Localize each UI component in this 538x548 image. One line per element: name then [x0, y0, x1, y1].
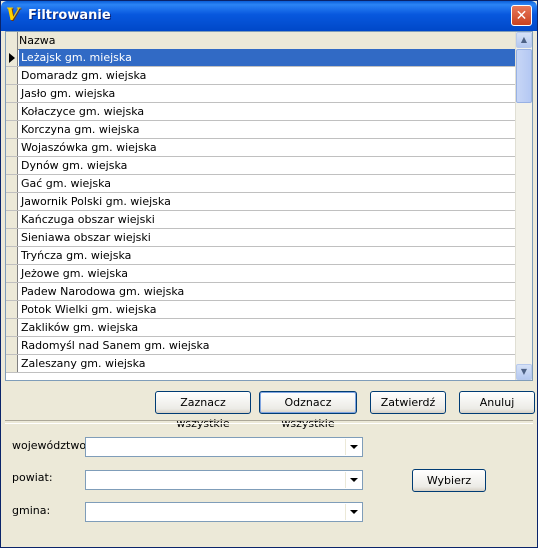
table-row[interactable]: Domaradz gm. wiejska — [6, 67, 516, 85]
title-bar[interactable]: V Filtrowanie ✕ — [1, 1, 537, 31]
filter-dialog: V Filtrowanie ✕ Nazwa Leżajsk gm. miejsk… — [0, 0, 538, 548]
confirm-button[interactable]: Zatwierdź — [370, 391, 446, 414]
row-cell-nazwa[interactable]: Domaradz gm. wiejska — [19, 67, 516, 84]
deselect-all-button[interactable]: Odznacz wszystkie — [259, 391, 357, 430]
table-row[interactable]: Wojaszówka gm. wiejska — [6, 139, 516, 157]
close-button[interactable]: ✕ — [511, 5, 532, 26]
vertical-scrollbar[interactable]: ▲ ▼ — [515, 32, 532, 380]
row-indicator — [6, 355, 18, 372]
row-cell-nazwa[interactable]: Tryńcza gm. wiejska — [19, 247, 516, 264]
grid-button-bar: Zaznacz wszystkie Odznacz wszystkie Zatw… — [5, 383, 535, 430]
table-row[interactable]: Gać gm. wiejska — [6, 175, 516, 193]
table-row[interactable]: Jawornik Polski gm. wiejska — [6, 193, 516, 211]
row-cell-nazwa[interactable]: Jawornik Polski gm. wiejska — [19, 193, 516, 210]
table-row[interactable]: Zaklików gm. wiejska — [6, 319, 516, 337]
county-label: powiat: — [12, 471, 53, 484]
row-cell-nazwa[interactable]: Jasło gm. wiejska — [19, 85, 516, 102]
select-all-button[interactable]: Zaznacz wszystkie — [155, 391, 251, 430]
window-title: Filtrowanie — [28, 8, 111, 23]
table-row[interactable]: Jasło gm. wiejska — [6, 85, 516, 103]
row-cell-nazwa[interactable]: Zaleszany gm. wiejska — [19, 355, 516, 372]
row-cell-nazwa[interactable]: Dynów gm. wiejska — [19, 157, 516, 174]
row-indicator — [6, 211, 18, 228]
current-row-arrow-icon — [9, 53, 15, 63]
voivodeship-combo[interactable] — [85, 437, 363, 457]
separator — [5, 420, 533, 424]
choose-button[interactable]: Wybierz — [412, 469, 486, 492]
chevron-down-icon[interactable] — [345, 439, 361, 455]
commune-combo[interactable] — [85, 502, 363, 522]
row-indicator — [6, 67, 18, 84]
row-indicator — [6, 337, 18, 354]
row-indicator — [6, 319, 18, 336]
table-row[interactable]: Kołaczyce gm. wiejska — [6, 103, 516, 121]
table-row[interactable]: Korczyna gm. wiejska — [6, 121, 516, 139]
row-indicator — [6, 121, 18, 138]
row-cell-nazwa[interactable]: Potok Wielki gm. wiejska — [19, 301, 516, 318]
table-row[interactable]: Tryńcza gm. wiejska — [6, 247, 516, 265]
row-indicator — [6, 175, 18, 192]
commune-label: gmina: — [12, 504, 51, 517]
chevron-down-icon[interactable] — [345, 472, 361, 488]
voivodeship-label: województwo: — [12, 439, 90, 452]
row-indicator — [6, 139, 18, 156]
row-indicator — [6, 283, 18, 300]
grid-rows: Leżajsk gm. miejska Domaradz gm. wiejska J… — [6, 49, 516, 373]
table-row[interactable]: Dynów gm. wiejska — [6, 157, 516, 175]
cancel-button[interactable]: Anuluj — [459, 391, 535, 414]
chevron-down-icon[interactable] — [345, 504, 361, 520]
table-row[interactable]: Zaleszany gm. wiejska — [6, 355, 516, 373]
row-indicator — [6, 157, 18, 174]
table-row[interactable]: Leżajsk gm. miejska — [6, 49, 516, 67]
row-cell-nazwa[interactable]: Zaklików gm. wiejska — [19, 319, 516, 336]
row-cell-nazwa[interactable]: Leżajsk gm. miejska — [19, 49, 516, 66]
row-indicator — [6, 229, 18, 246]
scroll-up-icon[interactable]: ▲ — [516, 32, 532, 48]
row-indicator — [6, 85, 18, 102]
row-indicator — [6, 49, 18, 66]
dialog-client-area: Nazwa Leżajsk gm. miejska Domaradz gm. wi… — [5, 31, 535, 543]
row-cell-nazwa[interactable]: Padew Narodowa gm. wiejska — [19, 283, 516, 300]
row-indicator-header — [6, 32, 18, 49]
row-indicator — [6, 265, 18, 282]
row-cell-nazwa[interactable]: Kańczuga obszar wiejski — [19, 211, 516, 228]
table-row[interactable]: Kańczuga obszar wiejski — [6, 211, 516, 229]
row-indicator — [6, 247, 18, 264]
row-cell-nazwa[interactable]: Wojaszówka gm. wiejska — [19, 139, 516, 156]
scroll-down-icon[interactable]: ▼ — [516, 364, 532, 380]
row-cell-nazwa[interactable]: Gać gm. wiejska — [19, 175, 516, 192]
scroll-thumb[interactable] — [516, 49, 532, 103]
row-cell-nazwa[interactable]: Korczyna gm. wiejska — [19, 121, 516, 138]
table-row[interactable]: Padew Narodowa gm. wiejska — [6, 283, 516, 301]
grid-header: Nazwa — [6, 32, 516, 50]
county-combo[interactable] — [85, 470, 363, 490]
table-row[interactable]: Jeżowe gm. wiejska — [6, 265, 516, 283]
column-header-nazwa[interactable]: Nazwa — [19, 34, 55, 47]
row-indicator — [6, 301, 18, 318]
commune-grid[interactable]: Nazwa Leżajsk gm. miejska Domaradz gm. wi… — [5, 31, 533, 381]
row-cell-nazwa[interactable]: Sieniawa obszar wiejski — [19, 229, 516, 246]
row-cell-nazwa[interactable]: Jeżowe gm. wiejska — [19, 265, 516, 282]
row-indicator — [6, 103, 18, 120]
table-row[interactable]: Radomyśl nad Sanem gm. wiejska — [6, 337, 516, 355]
table-row[interactable]: Sieniawa obszar wiejski — [6, 229, 516, 247]
row-cell-nazwa[interactable]: Radomyśl nad Sanem gm. wiejska — [19, 337, 516, 354]
row-cell-nazwa[interactable]: Kołaczyce gm. wiejska — [19, 103, 516, 120]
table-row[interactable]: Potok Wielki gm. wiejska — [6, 301, 516, 319]
row-indicator — [6, 193, 18, 210]
app-logo-icon: V — [6, 5, 20, 25]
